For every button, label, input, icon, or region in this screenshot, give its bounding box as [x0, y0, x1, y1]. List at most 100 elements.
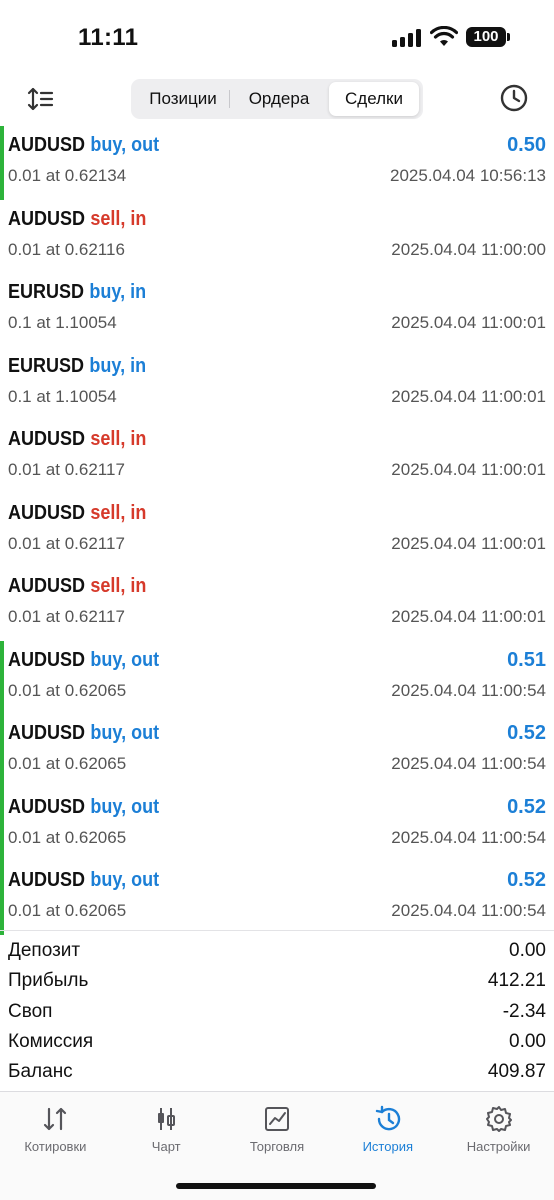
deal-title: AUDUSD buy, out	[8, 869, 159, 892]
status-bar: 11:11 100	[0, 0, 554, 76]
deal-profit: 0.52	[507, 722, 546, 744]
deal-volume-price: 0.01 at 0.62134	[8, 166, 127, 185]
history-icon	[375, 1105, 400, 1131]
tab-settings[interactable]: Настройки	[443, 1092, 554, 1162]
deals-list: AUDUSD buy, out 0.50 0.01 at 0.62134 2025.04…	[0, 126, 554, 935]
chart-icon	[158, 1108, 176, 1130]
deal-symbol: AUDUSD	[8, 501, 86, 524]
quotes-icon	[44, 1107, 67, 1131]
deal-datetime: 2025.04.04 11:00:01	[391, 386, 546, 406]
tab-chart[interactable]: Чарт	[111, 1092, 222, 1162]
deal-volume-price: 0.01 at 0.62117	[8, 460, 125, 479]
status-time: 11:11	[78, 24, 139, 51]
deal-symbol: AUDUSD	[8, 134, 86, 156]
deal-symbol: AUDUSD	[8, 575, 86, 597]
deal-volume-price: 0.1 at 1.10054	[8, 386, 117, 406]
summary-label: Прибыль	[8, 970, 89, 992]
deal-datetime: 2025.04.04 11:00:54	[391, 680, 546, 700]
deal-symbol: AUDUSD	[8, 648, 86, 671]
summary-row: Своп -2.34	[0, 998, 554, 1028]
toolbar: Позиции Ордера Сделки	[0, 76, 554, 122]
deal-symbol: AUDUSD	[8, 428, 86, 450]
deal-title: AUDUSD sell, in	[8, 502, 146, 525]
segment-divider	[229, 90, 230, 108]
deal-row[interactable]: AUDUSD buy, out 0.50 0.01 at 0.62134 2025.04…	[0, 126, 554, 200]
deal-volume-price: 0.1 at 1.10054	[8, 313, 117, 332]
deal-datetime: 2025.04.04 11:00:54	[391, 827, 546, 847]
tab-label: Торговля	[249, 1139, 305, 1154]
deal-row[interactable]: AUDUSD sell, in 0.01 at 0.62117 2025.04.04 …	[0, 494, 554, 568]
clock-icon[interactable]	[498, 82, 530, 114]
home-indicator	[176, 1183, 376, 1189]
deal-title: AUDUSD sell, in	[8, 575, 146, 598]
deal-profit: 0.52	[507, 869, 546, 891]
summary-label: Своп	[8, 1000, 53, 1022]
summary-label: Баланс	[8, 1061, 73, 1083]
deal-datetime: 2025.04.04 11:00:01	[391, 313, 546, 332]
deal-side: sell, in	[90, 428, 147, 450]
deal-row[interactable]: AUDUSD sell, in 0.01 at 0.62116 2025.04.04 …	[0, 200, 554, 274]
tab-trade[interactable]: Торговля	[222, 1092, 333, 1162]
deal-side: sell, in	[90, 575, 147, 597]
deal-side: buy, out	[90, 722, 160, 744]
deal-datetime: 2025.04.04 11:00:54	[391, 754, 546, 773]
summary-row: Баланс 409.87	[0, 1058, 554, 1088]
deal-row[interactable]: AUDUSD buy, out 0.52 0.01 at 0.62065 2025.04…	[0, 787, 554, 862]
deal-row[interactable]: AUDUSD buy, out 0.52 0.01 at 0.62065 2025.04…	[0, 714, 554, 788]
summary-divider	[0, 930, 554, 931]
tab-history[interactable]: История	[332, 1092, 443, 1162]
deal-symbol: EURUSD	[8, 281, 85, 303]
summary-row: Депозит 0.00	[0, 937, 554, 967]
deal-profit: 0.52	[507, 795, 546, 818]
battery-icon: 100	[466, 27, 506, 47]
deal-side: buy, out	[90, 869, 160, 891]
cellular-signal-icon	[392, 29, 422, 47]
summary: Депозит 0.00 Прибыль 412.21 Своп -2.34 Комисси…	[0, 937, 554, 1088]
segment-positions[interactable]: Позиции	[135, 82, 231, 116]
deal-title: AUDUSD buy, out	[8, 649, 159, 672]
deal-symbol: AUDUSD	[8, 869, 86, 891]
wifi-icon	[430, 26, 458, 46]
summary-value: -2.34	[502, 1000, 546, 1022]
segment-orders[interactable]: Ордера	[231, 82, 327, 116]
deal-row[interactable]: EURUSD buy, in 0.1 at 1.10054 2025.04.04 11…	[0, 347, 554, 421]
tab-quotes[interactable]: Котировки	[0, 1092, 111, 1162]
deal-datetime: 2025.04.04 11:00:00	[391, 239, 546, 259]
deal-volume-price: 0.01 at 0.62065	[8, 754, 127, 773]
trade-icon	[264, 1107, 289, 1131]
sort-icon[interactable]	[26, 84, 56, 114]
tab-label: Настройки	[466, 1139, 531, 1154]
deal-side: buy, out	[90, 648, 160, 671]
tab-label: История	[362, 1139, 413, 1154]
summary-row: Комиссия 0.00	[0, 1028, 554, 1058]
deal-title: EURUSD buy, in	[8, 355, 146, 378]
deal-volume-price: 0.01 at 0.62065	[8, 827, 127, 847]
deal-volume-price: 0.01 at 0.62117	[8, 533, 125, 553]
deal-title: EURUSD buy, in	[8, 281, 146, 304]
deal-volume-price: 0.01 at 0.62065	[8, 680, 127, 700]
deal-row[interactable]: AUDUSD sell, in 0.01 at 0.62117 2025.04.04 …	[0, 420, 554, 494]
deal-title: AUDUSD buy, out	[8, 134, 159, 157]
deal-row[interactable]: EURUSD buy, in 0.1 at 1.10054 2025.04.04 11…	[0, 273, 554, 347]
deal-volume-price: 0.01 at 0.62065	[8, 901, 127, 920]
deal-row[interactable]: AUDUSD buy, out 0.52 0.01 at 0.62065 2025.04…	[0, 861, 554, 935]
deal-datetime: 2025.04.04 11:00:01	[391, 533, 546, 553]
summary-row: Прибыль 412.21	[0, 967, 554, 997]
deal-title: AUDUSD sell, in	[8, 208, 146, 231]
deal-row[interactable]: AUDUSD sell, in 0.01 at 0.62117 2025.04.04 …	[0, 567, 554, 641]
summary-value: 412.21	[487, 970, 546, 992]
deal-symbol: EURUSD	[8, 354, 85, 377]
deal-datetime: 2025.04.04 11:00:54	[391, 901, 546, 920]
summary-value: 409.87	[487, 1061, 546, 1083]
deal-volume-price: 0.01 at 0.62117	[8, 607, 125, 626]
deal-side: sell, in	[90, 501, 147, 524]
deal-side: buy, out	[90, 134, 160, 156]
tab-label: Чарт	[151, 1139, 181, 1154]
summary-value: 0.00	[509, 1030, 546, 1052]
deal-row[interactable]: AUDUSD buy, out 0.51 0.01 at 0.62065 2025.04…	[0, 640, 554, 715]
deal-symbol: AUDUSD	[8, 795, 86, 818]
segment-deals[interactable]: Сделки	[329, 82, 419, 116]
deal-title: AUDUSD buy, out	[8, 796, 159, 819]
summary-value: 0.00	[509, 940, 546, 961]
deal-datetime: 2025.04.04 10:56:13	[390, 166, 546, 185]
